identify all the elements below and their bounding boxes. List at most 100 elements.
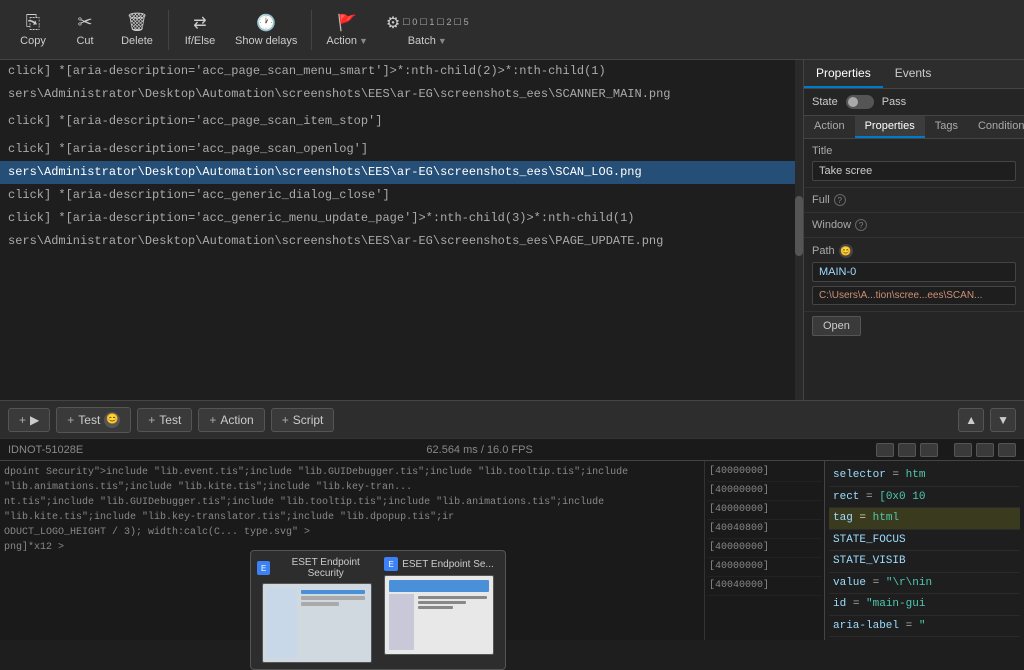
status-btn-2[interactable] xyxy=(898,443,916,457)
action-button[interactable]: 🚩 Action ▼ xyxy=(318,9,376,51)
counters: ☐ 0 ☐ 1 ☐ 2 ☐ 5 xyxy=(402,17,468,28)
script-line-3[interactable]: click] *[aria-description='acc_page_scan… xyxy=(0,110,803,133)
sub-tab-action[interactable]: Action xyxy=(804,116,855,138)
script-line-8[interactable]: click] *[aria-description='acc_generic_m… xyxy=(0,207,803,230)
panel-top-tabs: Properties Events xyxy=(804,60,1024,89)
debug-line-3: ODUCT_LOGO_HEIGHT / 3); width:calc(C... … xyxy=(4,525,700,540)
preview-thumb-1 xyxy=(262,583,372,663)
show-delays-label: Show delays xyxy=(235,35,297,47)
script-line-6[interactable]: sers\Administrator\Desktop\Automation\sc… xyxy=(0,161,803,184)
preview-title-2: E ESET Endpoint Se... xyxy=(384,557,494,571)
copy-label: Copy xyxy=(20,35,46,47)
preview-line-1 xyxy=(418,596,487,599)
open-button[interactable]: Open xyxy=(812,316,861,336)
flag-icon: 🚩 xyxy=(337,13,357,33)
debug-line-0: dpoint Security">include "lib.event.tis"… xyxy=(4,465,700,495)
script-line-1[interactable]: sers\Administrator\Desktop\Automation\sc… xyxy=(0,83,803,106)
if-else-button[interactable]: ⇄ If/Else xyxy=(175,9,225,51)
action-add-button[interactable]: + Action xyxy=(198,408,264,432)
debug-prop-2: tag = html xyxy=(829,508,1020,530)
sep-1 xyxy=(168,10,169,50)
plus-label-3: + xyxy=(209,413,216,427)
debug-value-40040800: [40040800] xyxy=(707,520,822,539)
script-line-5[interactable]: click] *[aria-description='acc_page_scan… xyxy=(0,138,803,161)
full-info-icon[interactable]: ? xyxy=(834,194,846,206)
status-right xyxy=(876,443,1016,457)
scroll-vertical[interactable] xyxy=(795,60,803,400)
prop-title-label: Title xyxy=(812,145,1016,157)
status-btn-4[interactable] xyxy=(954,443,972,457)
preview-bar-1 xyxy=(389,580,489,592)
sub-tab-properties[interactable]: Properties xyxy=(855,116,925,138)
debug-value-1: [40000000] xyxy=(707,463,822,482)
action-add-label: Action xyxy=(220,413,253,427)
counter-1: 1 xyxy=(429,17,434,28)
prop-window-label: Window ? xyxy=(812,219,1016,231)
preview-row-1 xyxy=(301,590,365,594)
status-btn-6[interactable] xyxy=(998,443,1016,457)
debug-prop-3: STATE_FOCUS xyxy=(829,530,1020,552)
debug-prop-7: aria-label = " xyxy=(829,616,1020,638)
window-info-icon[interactable]: ? xyxy=(855,219,867,231)
preview-icon-1: E xyxy=(257,561,270,575)
show-delays-button[interactable]: 🕐 Show delays xyxy=(227,9,305,51)
tab-properties[interactable]: Properties xyxy=(804,60,883,88)
script-line-0[interactable]: click] *[aria-description='acc_page_scan… xyxy=(0,60,803,83)
preview-content xyxy=(299,588,367,658)
cut-button[interactable]: ✂ Cut xyxy=(60,8,110,51)
debug-prop-1: rect = [0x0 10 xyxy=(829,487,1020,509)
copy-icon: ⎘ xyxy=(26,12,40,33)
preview-sidebar xyxy=(267,588,297,658)
if-else-icon: ⇄ xyxy=(193,13,206,33)
path-emoji-icon[interactable]: 😊 xyxy=(839,244,853,258)
scroll-thumb[interactable] xyxy=(795,196,803,256)
preview-icon-2: E xyxy=(384,557,398,571)
script-lines-container: click] *[aria-description='acc_page_scan… xyxy=(0,60,803,254)
script-add-button[interactable]: + Script xyxy=(271,408,335,432)
preview-row-2 xyxy=(301,596,365,600)
tab-events[interactable]: Events xyxy=(883,60,944,88)
prop-path-label: Path 😊 xyxy=(812,244,1016,258)
debug-props-panel: selector = htmrect = [0x0 10tag = htmlST… xyxy=(824,461,1024,640)
status-btn-5[interactable] xyxy=(976,443,994,457)
prop-path-main[interactable]: MAIN-0 xyxy=(812,262,1016,282)
copy-button[interactable]: ⎘ Copy xyxy=(8,8,58,51)
preview-item-2[interactable]: E ESET Endpoint Se... xyxy=(379,557,499,663)
status-id: IDNOT-51028E xyxy=(8,444,83,456)
play-icon: ▶ xyxy=(30,413,39,427)
status-bar: IDNOT-51028E 62.564 ms / 16.0 FPS xyxy=(0,438,1024,460)
action-bar: + ▶ + Test 😊 + Test + Action + Script ▲ … xyxy=(0,400,1024,438)
debug-value-5: [40000000] xyxy=(707,558,822,577)
debug-value-4: [40000000] xyxy=(707,539,822,558)
state-label: State xyxy=(812,96,838,108)
up-arrow-button[interactable]: ▲ xyxy=(958,408,984,432)
sub-tab-tags[interactable]: Tags xyxy=(925,116,968,138)
test-button[interactable]: + Test xyxy=(137,408,192,432)
add-play-button[interactable]: + ▶ xyxy=(8,408,50,432)
counter-icon-3: ☐ xyxy=(454,17,462,28)
sub-tab-condition[interactable]: Condition xyxy=(968,116,1024,138)
panel-sub-tabs: Action Properties Tags Condition xyxy=(804,116,1024,139)
plus-label-1: + xyxy=(67,413,74,427)
debug-prop-6: id = "main-gui xyxy=(829,594,1020,616)
debug-area: dpoint Security">include "lib.event.tis"… xyxy=(0,460,1024,640)
down-arrow-button[interactable]: ▼ xyxy=(990,408,1016,432)
preview-item-1[interactable]: E ESET Endpoint Security xyxy=(257,557,377,663)
prop-title-value[interactable]: Take scree xyxy=(812,161,1016,181)
script-line-9[interactable]: sers\Administrator\Desktop\Automation\sc… xyxy=(0,230,803,253)
prop-path-detail[interactable]: C:\Users\A...tion\scree...ees\SCAN... xyxy=(812,286,1016,305)
batch-button[interactable]: ⚙ ☐ 0 ☐ 1 ☐ 2 ☐ 5 Batch ▼ xyxy=(378,9,477,51)
status-btn-3[interactable] xyxy=(920,443,938,457)
script-panel: click] *[aria-description='acc_page_scan… xyxy=(0,60,804,400)
action-label: Action xyxy=(326,35,357,47)
test-label-2: Test xyxy=(159,413,181,427)
state-toggle[interactable] xyxy=(846,95,874,109)
delete-icon: 🗑 xyxy=(126,12,149,33)
test-emoji-button[interactable]: + Test 😊 xyxy=(56,407,131,433)
script-line-7[interactable]: click] *[aria-description='acc_generic_d… xyxy=(0,184,803,207)
debug-value-3: [40000000] xyxy=(707,501,822,520)
status-left: IDNOT-51028E xyxy=(8,444,83,456)
delete-button[interactable]: 🗑 Delete xyxy=(112,8,162,51)
status-btn-1[interactable] xyxy=(876,443,894,457)
sep-2 xyxy=(311,10,312,50)
